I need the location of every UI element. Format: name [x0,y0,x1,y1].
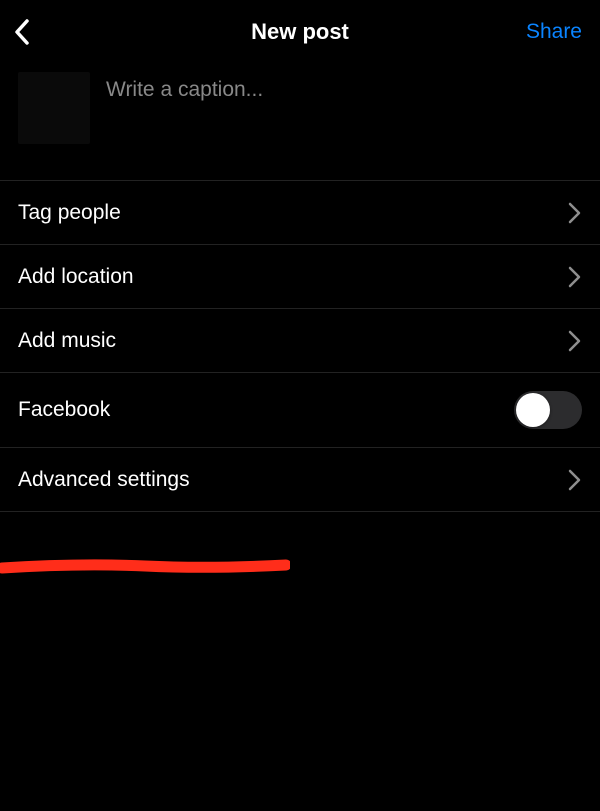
chevron-right-icon [568,202,582,224]
page-title: New post [251,19,349,45]
caption-input[interactable] [106,72,582,132]
facebook-toggle[interactable] [514,391,582,429]
tag-people-label: Tag people [18,201,121,225]
add-location-row[interactable]: Add location [0,245,600,309]
add-location-label: Add location [18,265,134,289]
tag-people-row[interactable]: Tag people [0,181,600,245]
facebook-row: Facebook [0,373,600,448]
toggle-knob [516,393,550,427]
chevron-right-icon [568,469,582,491]
header: New post Share [0,0,600,60]
chevron-right-icon [568,266,582,288]
add-music-row[interactable]: Add music [0,309,600,373]
advanced-settings-row[interactable]: Advanced settings [0,448,600,512]
share-button[interactable]: Share [526,20,582,44]
options-list: Tag people Add location Add music Facebo… [0,180,600,512]
chevron-right-icon [568,330,582,352]
advanced-settings-label: Advanced settings [18,468,190,492]
facebook-label: Facebook [18,398,110,422]
caption-area [0,60,600,180]
add-music-label: Add music [18,329,116,353]
chevron-left-icon [14,19,32,45]
post-thumbnail[interactable] [18,72,90,144]
annotation-underline [0,558,290,576]
back-button[interactable] [14,17,44,47]
